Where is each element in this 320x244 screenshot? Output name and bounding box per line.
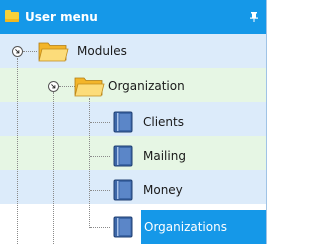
tree-line [23, 51, 37, 52]
open-folder-icon [74, 77, 105, 97]
pin-icon[interactable] [250, 12, 258, 22]
folder-icon [5, 10, 19, 22]
tree-line [89, 98, 90, 228]
tree-label-money[interactable]: Money [143, 182, 183, 198]
tree-line [90, 156, 110, 157]
tree-label-organization[interactable]: Organization [108, 78, 185, 94]
tree-line [17, 58, 18, 244]
tree-label-organizations[interactable]: Organizations [144, 219, 227, 235]
open-folder-icon [38, 42, 69, 62]
tree-line [90, 227, 110, 228]
tree-label-clients[interactable]: Clients [143, 114, 184, 130]
tree-line [59, 86, 75, 87]
tree-line [53, 92, 54, 244]
book-icon [113, 145, 133, 167]
book-icon [113, 111, 133, 133]
tree-label-modules[interactable]: Modules [77, 43, 127, 59]
book-icon [113, 179, 133, 201]
tree-label-mailing[interactable]: Mailing [143, 148, 186, 164]
tree-line [90, 122, 110, 123]
panel-title: User menu [25, 10, 98, 24]
collapse-toggle-icon[interactable] [12, 46, 23, 57]
book-icon [113, 216, 133, 238]
collapse-toggle-icon[interactable] [48, 81, 59, 92]
tree-line [90, 190, 110, 191]
user-menu-panel: User menu Modules Organization Clients M… [0, 0, 267, 244]
panel-header: User menu [0, 0, 266, 34]
